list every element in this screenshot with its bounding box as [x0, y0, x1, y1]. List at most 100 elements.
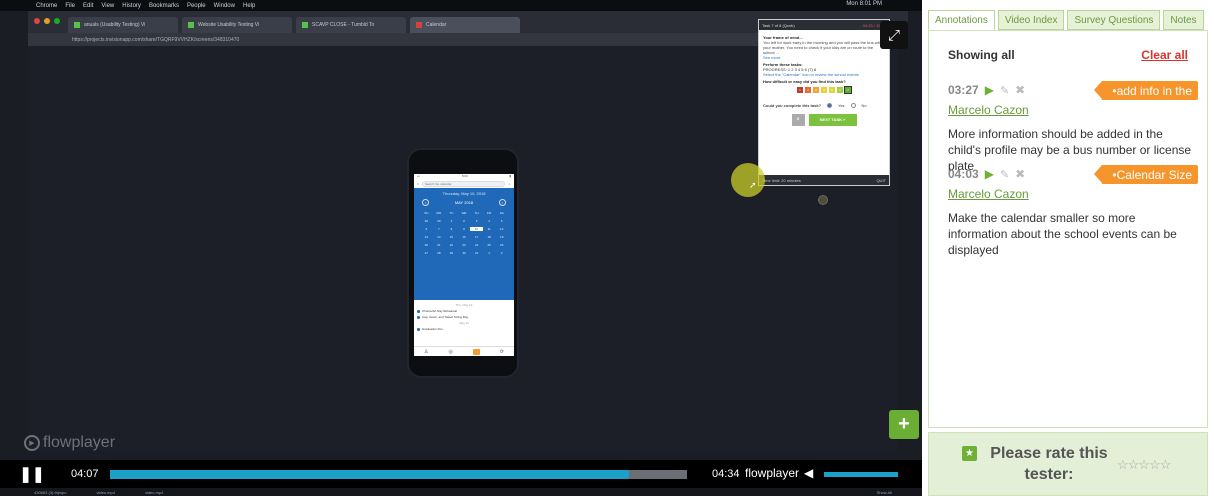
calendar-month: MAY 2018 [454, 200, 474, 205]
show-all-button: Show All [876, 489, 892, 495]
calendar-day: 23 [462, 243, 466, 247]
event-item: Chorus/Art Day Rehearsal [417, 309, 511, 313]
total-time: 04:34 [712, 468, 740, 480]
browser-tab-label: anuals (Usability Testing) Vi [84, 22, 146, 28]
video-player[interactable]: Chrome File Edit View History Bookmarks … [0, 0, 922, 496]
task-header: Task 7 of 8 (Qcnb) 04:23 / 10:00 [759, 20, 889, 30]
calendar-day: 17 [474, 235, 479, 239]
annotation-author[interactable]: Marcelo Cazon [948, 187, 1198, 201]
annotation-text: Make the calendar smaller so more inform… [948, 211, 1177, 257]
delete-x-icon[interactable]: ✖ [1015, 83, 1025, 97]
flowplayer-logo-text: flowplayer [43, 434, 116, 451]
delete-x-icon[interactable]: ✖ [1015, 167, 1025, 181]
chevron-right-icon: › [499, 199, 506, 206]
fullscreen-expand-icon[interactable]: ⤢ [880, 21, 908, 49]
mac-clock: Mon 8:01 PM [846, 1, 882, 7]
menu-item: Help [242, 2, 256, 9]
calendar-day: 24 [474, 243, 479, 247]
calendar-day: 13 [424, 235, 428, 239]
event-item: Graduation Fire [417, 327, 511, 331]
next-task-button: NEXT TASK » [808, 114, 857, 126]
task-instruction: Select the "Calendar" icon to review the… [763, 72, 859, 77]
pencil-icon[interactable]: ✎ [1000, 84, 1009, 97]
calendar-month-row: ‹ MAY 2018 › [414, 196, 514, 209]
weekday-label: TU [449, 211, 454, 215]
download-item: video.mp4 [144, 489, 164, 495]
menu-item: View [101, 2, 115, 9]
pencil-icon[interactable]: ✎ [1000, 168, 1009, 181]
phone-tabbar: ♙ ◎ ⟳ [414, 346, 514, 356]
showing-label: Showing all [948, 48, 1015, 62]
mac-menubar: Chrome File Edit View History Bookmarks … [0, 0, 922, 11]
phone-search: ≡ Search the calendar ☺ [414, 179, 514, 188]
calendar-day: 30 [462, 251, 466, 255]
calendar-day: 14 [437, 235, 441, 239]
calendar-day: 16 [462, 235, 466, 239]
tab-survey-questions[interactable]: Survey Questions [1067, 10, 1161, 30]
tab-favicon-icon [188, 22, 194, 28]
zoom-dot-icon [54, 18, 60, 24]
location-icon: ◎ [448, 348, 453, 355]
annotation-time[interactable]: 04:03 [948, 167, 979, 181]
scale-high-label: Very easy [862, 95, 869, 105]
calendar-day: 2 [463, 219, 465, 223]
tab-video-index[interactable]: Video Index [997, 10, 1065, 30]
event-title: Cap, Gown, and Tassel Sizing Day [422, 315, 469, 319]
browser-tab-label: Website Usability Testing Vi [198, 22, 260, 28]
scale-option: 6 [837, 87, 843, 93]
browser-tab-label: SCAVP CLOSE - Tumbld To [312, 22, 375, 28]
annotation-tag-label: Calendar Size [1116, 167, 1192, 182]
calendar-day: 31 [474, 251, 479, 255]
star-rating[interactable]: ☆☆☆☆☆ [1117, 457, 1171, 473]
task-body: Your frame of mind... You left for work … [759, 30, 889, 129]
annotations-panel: Annotations Video Index Survey Questions… [922, 0, 1214, 496]
avatar-icon: ☺ [507, 181, 511, 186]
seek-bar[interactable] [110, 470, 687, 479]
tab-favicon-icon [416, 22, 422, 28]
click-highlight [731, 163, 765, 197]
scale-option: 5 [829, 87, 835, 93]
browser-tab: SCAVP CLOSE - Tumbld To [296, 17, 406, 33]
phone-screen: ••• 8:00 ▮ ≡ Search the calendar ☺ Thursda… [414, 174, 514, 356]
browser-tab-label: Calendar [426, 22, 447, 28]
calendar-day: 21 [437, 243, 441, 247]
hamburger-icon: ≡ [417, 181, 419, 186]
scale-option: 3 [813, 87, 819, 93]
weekday-label: TH [474, 211, 479, 215]
tab-notes[interactable]: Notes [1163, 10, 1204, 30]
calendar-day: 11 [487, 227, 491, 231]
annotation-author[interactable]: Marcelo Cazon [948, 103, 1198, 117]
add-annotation-button[interactable]: + [889, 410, 919, 439]
event-dot-icon [417, 315, 420, 319]
clear-all-link[interactable]: Clear all [1141, 48, 1188, 62]
seek-bar-fill [110, 470, 630, 479]
phone-search-input: Search the calendar [421, 180, 505, 187]
event-title: Graduation Fire [422, 327, 443, 331]
download-item: video.mp4 [96, 489, 115, 495]
event-dot-icon [417, 309, 420, 313]
play-icon[interactable]: ▶ [985, 83, 994, 97]
rate-tester-box: ★ Please rate this tester: ☆☆☆☆☆ [928, 432, 1208, 496]
annotation-tag: • add info in the [1094, 81, 1198, 100]
tab-favicon-icon [302, 22, 308, 28]
weekday-label: FR [487, 211, 492, 215]
volume-slider[interactable] [824, 472, 898, 477]
tab-favicon-icon [74, 22, 80, 28]
complete-question-row: Could you complete this task? Yes No [763, 103, 885, 108]
phone-mockup: ••• 8:00 ▮ ≡ Search the calendar ☺ Thursda… [407, 148, 519, 378]
current-time: 04:07 [71, 468, 99, 480]
download-bar: 430683 (3).thjmpu video.mp4 video.mp4 Sh… [0, 488, 922, 496]
annotation-time[interactable]: 03:27 [948, 83, 979, 97]
scale-option: 4 [821, 87, 827, 93]
annotation-tag: • Calendar Size [1094, 165, 1198, 184]
panel-tabs: Annotations Video Index Survey Questions… [928, 10, 1204, 30]
time-limit: Time limit: 20 minutes [762, 177, 801, 183]
rate-tester-label: Please rate this tester: [990, 445, 1108, 483]
tab-annotations[interactable]: Annotations [928, 10, 995, 30]
play-icon[interactable]: ▶ [985, 167, 994, 181]
pause-icon[interactable]: ❚❚ [17, 465, 47, 483]
see-more-link: See more [763, 55, 781, 60]
volume-icon[interactable]: ◀ [804, 466, 813, 480]
touch-indicator [818, 195, 828, 205]
event-list: Thu, May 10 Chorus/Art Day Rehearsal Cap, … [414, 300, 514, 335]
